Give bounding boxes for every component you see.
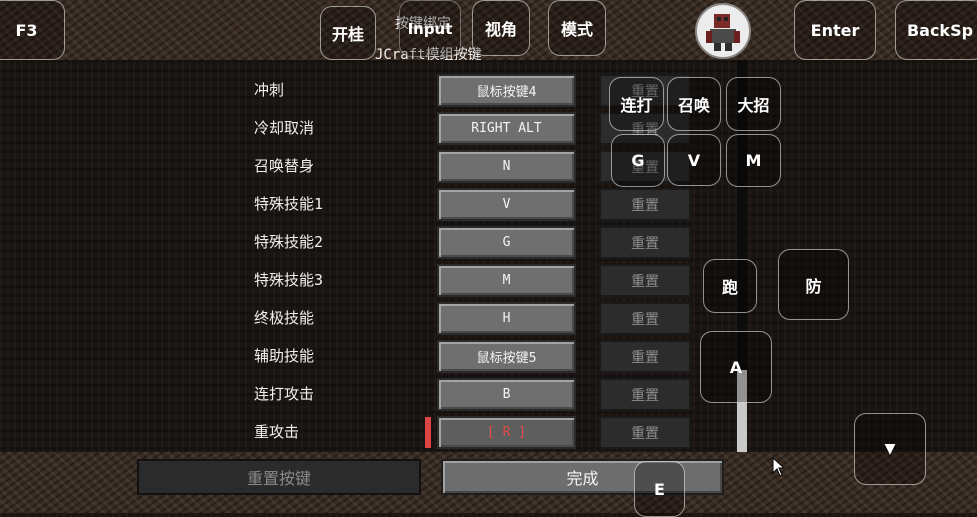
binding-key-dash[interactable]: 鼠标按键4 (437, 74, 576, 107)
binding-label-special-2: 特殊技能2 (254, 233, 324, 251)
binding-label-heavy-attack: 重攻击 (254, 423, 300, 441)
binding-reset-special-1[interactable]: 重置 (599, 188, 691, 221)
v-touch-button[interactable]: V (667, 134, 721, 186)
guagui-touch-button[interactable]: 开桂 (320, 6, 376, 60)
ultimate-touch-button[interactable]: 大招 (726, 77, 781, 131)
binding-key-support[interactable]: 鼠标按键5 (437, 340, 576, 373)
binding-label-combo-attack: 连打攻击 (254, 385, 315, 403)
binding-label-support: 辅助技能 (254, 347, 315, 365)
binding-key-summon-stand[interactable]: N (437, 150, 576, 183)
input-touch-button[interactable]: Input (399, 0, 461, 57)
run-touch-button[interactable]: 跑 (703, 259, 757, 313)
binding-reset-combo-attack[interactable]: 重置 (599, 378, 691, 411)
binding-reset-ultimate[interactable]: 重置 (599, 302, 691, 335)
enter-touch-button[interactable]: Enter (794, 0, 876, 60)
binding-label-special-1: 特殊技能1 (254, 195, 324, 213)
conflict-marker (425, 417, 431, 448)
binding-label-special-3: 特殊技能3 (254, 271, 324, 289)
m-touch-button[interactable]: M (726, 134, 781, 187)
binding-label-cooldown-cancel: 冷却取消 (254, 119, 315, 137)
mouse-cursor-icon (772, 456, 786, 481)
binding-label-dash: 冲刺 (254, 81, 285, 99)
down-arrow-touch-button[interactable]: ▼ (854, 413, 926, 485)
binding-key-ultimate[interactable]: H (437, 302, 576, 335)
binding-reset-support[interactable]: 重置 (599, 340, 691, 373)
g-touch-button[interactable]: G (611, 134, 665, 187)
player-avatar-icon[interactable] (695, 3, 751, 59)
defend-touch-button[interactable]: 防 (778, 249, 849, 320)
binding-reset-heavy-attack[interactable]: 重置 (599, 416, 691, 449)
binding-label-ultimate: 终极技能 (254, 309, 315, 327)
combo-touch-button[interactable]: 连打 (609, 77, 664, 131)
f3-touch-button[interactable]: F3 (0, 0, 65, 60)
e-touch-button[interactable]: E (634, 461, 685, 517)
binding-key-combo-attack[interactable]: B (437, 378, 576, 411)
binding-key-special-2[interactable]: G (437, 226, 576, 259)
a-touch-button[interactable]: A (700, 331, 772, 403)
binding-key-heavy-attack[interactable]: [ R ] (437, 416, 576, 449)
binding-reset-special-3[interactable]: 重置 (599, 264, 691, 297)
binding-label-summon-stand: 召唤替身 (254, 157, 315, 175)
backspace-touch-button[interactable]: BackSp (895, 0, 977, 60)
summon-touch-button[interactable]: 召唤 (667, 77, 721, 131)
binding-key-special-3[interactable]: M (437, 264, 576, 297)
reset-all-keys-button[interactable]: 重置按键 (137, 459, 421, 495)
mode-touch-button[interactable]: 模式 (548, 0, 606, 56)
binding-key-cooldown-cancel[interactable]: RIGHT ALT (437, 112, 576, 145)
binding-reset-special-2[interactable]: 重置 (599, 226, 691, 259)
binding-key-special-1[interactable]: V (437, 188, 576, 221)
view-touch-button[interactable]: 视角 (472, 0, 530, 56)
